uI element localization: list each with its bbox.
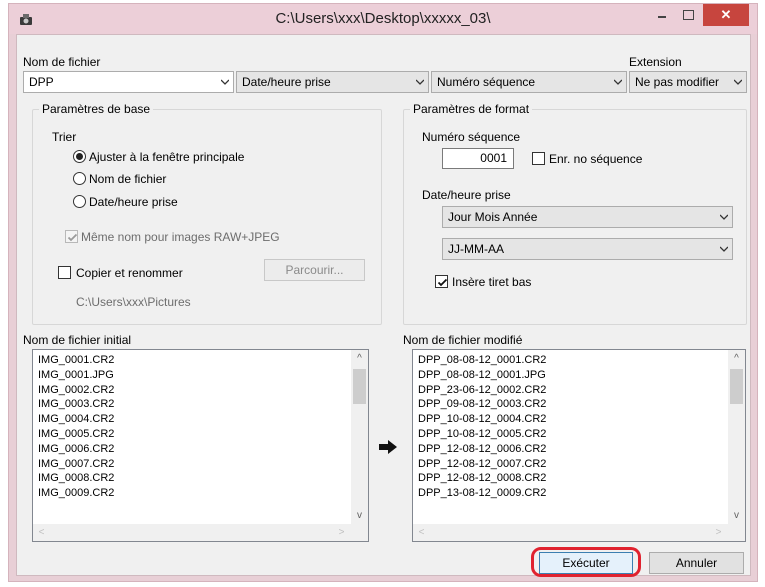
sort-radio-date[interactable] <box>73 195 86 208</box>
initial-list-label: Nom de fichier initial <box>23 333 132 347</box>
sort-label: Trier <box>52 130 77 144</box>
sequence-label: Numéro séquence <box>422 130 521 144</box>
rename-dialog: C:\Users\xxx\Desktop\xxxxx_03\ ✕ Nom de … <box>8 3 758 582</box>
same-name-checkbox[interactable] <box>65 230 78 243</box>
scroll-right-arrow[interactable]: > <box>710 524 727 541</box>
scroll-up-arrow[interactable]: ^ <box>728 350 745 367</box>
window-title: C:\Users\xxx\Desktop\xxxxx_03\ <box>275 10 491 27</box>
sort-option-label: Ajuster à la fenêtre principale <box>89 150 245 164</box>
sort-radio-filename[interactable] <box>73 172 86 185</box>
sequence-input[interactable]: 0001 <box>442 148 514 169</box>
format-settings-title: Paramètres de format <box>410 102 533 116</box>
filename-label: Nom de fichier <box>23 55 101 69</box>
filename-part2-value: Date/heure prise <box>242 75 331 89</box>
list-item[interactable]: IMG_0005.CR2 <box>38 427 114 442</box>
close-icon: ✕ <box>720 7 732 22</box>
chevron-down-icon <box>614 78 622 86</box>
list-item[interactable]: IMG_0001.JPG <box>38 368 114 383</box>
modified-list-label: Nom de fichier modifié <box>403 333 523 347</box>
chevron-down-icon <box>720 213 728 221</box>
list-item[interactable]: DPP_12-08-12_0008.CR2 <box>418 471 546 486</box>
title-bar[interactable]: C:\Users\xxx\Desktop\xxxxx_03\ ✕ <box>9 4 757 34</box>
modified-horizontal-scrollbar[interactable]: < > <box>413 524 745 541</box>
destination-path: C:\Users\xxx\Pictures <box>76 295 191 309</box>
filename-part2-select[interactable]: Date/heure prise <box>236 71 429 93</box>
list-item[interactable]: IMG_0007.CR2 <box>38 457 114 472</box>
list-item[interactable]: IMG_0001.CR2 <box>38 353 114 368</box>
list-item[interactable]: IMG_0009.CR2 <box>38 486 114 501</box>
same-name-label: Même nom pour images RAW+JPEG <box>81 230 280 244</box>
extension-label: Extension <box>629 55 682 69</box>
scroll-right-arrow[interactable]: > <box>333 524 350 541</box>
filename-part1-select[interactable]: DPP <box>23 71 234 93</box>
arrow-right-icon <box>379 440 397 457</box>
close-button[interactable]: ✕ <box>703 4 749 26</box>
save-sequence-label: Enr. no séquence <box>549 152 643 166</box>
list-item[interactable]: DPP_12-08-12_0006.CR2 <box>418 442 546 457</box>
save-sequence-checkbox[interactable] <box>532 152 545 165</box>
copy-rename-label: Copier et renommer <box>76 266 183 280</box>
date-order-select[interactable]: Jour Mois Année <box>442 206 733 228</box>
list-item[interactable]: DPP_09-08-12_0003.CR2 <box>418 397 546 412</box>
scroll-up-arrow[interactable]: ^ <box>351 350 368 367</box>
initial-file-items: IMG_0001.CR2 IMG_0001.JPG IMG_0002.CR2 IMG_… <box>38 353 114 501</box>
chevron-down-icon <box>734 78 742 86</box>
scroll-down-arrow[interactable]: v <box>728 507 745 524</box>
date-order-value: Jour Mois Année <box>448 210 538 224</box>
scroll-left-arrow[interactable]: < <box>33 524 50 541</box>
list-item[interactable]: IMG_0008.CR2 <box>38 471 114 486</box>
filename-part3-value: Numéro séquence <box>437 75 536 89</box>
list-item[interactable]: IMG_0006.CR2 <box>38 442 114 457</box>
underscore-checkbox[interactable] <box>435 275 448 288</box>
date-label: Date/heure prise <box>422 188 511 202</box>
basic-settings-group: Paramètres de base Trier Ajuster à la fe… <box>32 102 382 325</box>
scroll-left-arrow[interactable]: < <box>413 524 430 541</box>
browse-button[interactable]: Parcourir... <box>264 259 365 281</box>
dialog-body: Nom de fichier Extension DPP Date/heure … <box>16 34 751 577</box>
cancel-button[interactable]: Annuler <box>649 552 744 574</box>
scroll-thumb[interactable] <box>353 369 366 404</box>
filename-part1-value: DPP <box>29 75 54 89</box>
list-item[interactable]: DPP_10-08-12_0005.CR2 <box>418 427 546 442</box>
checkmark-icon <box>437 278 448 287</box>
list-item[interactable]: IMG_0003.CR2 <box>38 397 114 412</box>
list-item[interactable]: DPP_12-08-12_0007.CR2 <box>418 457 546 472</box>
chevron-down-icon <box>416 78 424 86</box>
copy-rename-checkbox[interactable] <box>58 266 71 279</box>
chevron-down-icon <box>720 245 728 253</box>
initial-horizontal-scrollbar[interactable]: < > <box>33 524 368 541</box>
basic-settings-title: Paramètres de base <box>39 102 154 116</box>
list-item[interactable]: IMG_0004.CR2 <box>38 412 114 427</box>
chevron-down-icon <box>221 78 229 86</box>
minimize-button[interactable] <box>649 4 675 26</box>
list-item[interactable]: DPP_23-06-12_0002.CR2 <box>418 383 546 398</box>
format-settings-group: Paramètres de format Numéro séquence 000… <box>403 102 747 325</box>
modified-file-list[interactable]: DPP_08-08-12_0001.CR2 DPP_08-08-12_0001.J… <box>412 349 746 542</box>
sort-radio-fit[interactable] <box>73 150 86 163</box>
date-format-select[interactable]: JJ-MM-AA <box>442 238 733 260</box>
list-item[interactable]: IMG_0002.CR2 <box>38 383 114 398</box>
sort-option-label: Nom de fichier <box>89 172 167 186</box>
list-item[interactable]: DPP_08-08-12_0001.CR2 <box>418 353 546 368</box>
filename-part3-select[interactable]: Numéro séquence <box>431 71 627 93</box>
scroll-thumb[interactable] <box>730 369 743 404</box>
date-format-value: JJ-MM-AA <box>448 242 504 256</box>
list-item[interactable]: DPP_08-08-12_0001.JPG <box>418 368 546 383</box>
underscore-label: Insère tiret bas <box>452 275 532 289</box>
maximize-button[interactable] <box>675 4 701 26</box>
modified-file-items: DPP_08-08-12_0001.CR2 DPP_08-08-12_0001.J… <box>418 353 546 501</box>
sort-option-label: Date/heure prise <box>89 195 178 209</box>
initial-vertical-scrollbar[interactable]: ^ v <box>351 350 368 526</box>
list-item[interactable]: DPP_13-08-12_0009.CR2 <box>418 486 546 501</box>
extension-value: Ne pas modifier <box>635 75 720 89</box>
execute-button[interactable]: Exécuter <box>539 552 633 574</box>
initial-file-list[interactable]: IMG_0001.CR2 IMG_0001.JPG IMG_0002.CR2 IMG_… <box>32 349 369 542</box>
extension-select[interactable]: Ne pas modifier <box>629 71 747 93</box>
modified-vertical-scrollbar[interactable]: ^ v <box>728 350 745 526</box>
scroll-down-arrow[interactable]: v <box>351 507 368 524</box>
checkmark-icon <box>67 233 78 242</box>
list-item[interactable]: DPP_10-08-12_0004.CR2 <box>418 412 546 427</box>
